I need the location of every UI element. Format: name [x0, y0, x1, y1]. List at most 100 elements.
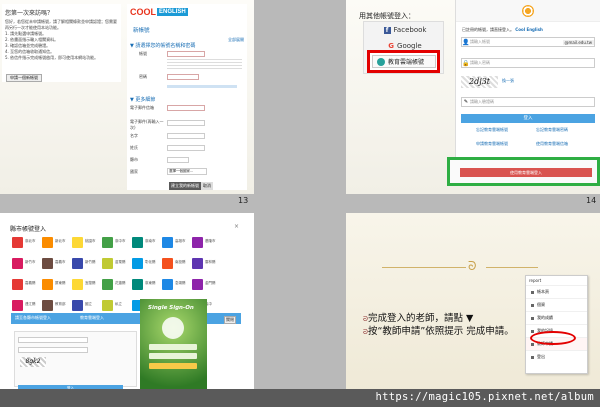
city-tile[interactable]: 新北市 [42, 237, 69, 256]
city-label: 嘉義市 [55, 260, 66, 264]
city-tile[interactable]: 臺東縣 [132, 279, 159, 298]
city-tile[interactable]: 彰化縣 [132, 258, 159, 277]
password-hint [167, 59, 242, 71]
section-details[interactable]: ▼ 更多細節 [130, 96, 155, 103]
city-tile[interactable]: 基隆市 [192, 237, 219, 256]
city-tile[interactable]: 臺南市 [132, 237, 159, 256]
city-emblem-icon [192, 279, 203, 290]
city-label: 縣市 [130, 157, 138, 162]
google-label: Google [397, 42, 422, 50]
domain-suffix: @mail.edu.tw [562, 39, 594, 45]
captcha-refresh-link[interactable]: 換一張 [502, 78, 514, 84]
city-emblem-icon [42, 258, 53, 269]
city-tile[interactable]: 南投縣 [162, 258, 189, 277]
apply-link[interactable]: 申請教育雲端帳號 [476, 141, 508, 147]
city-tile[interactable]: 嘉義市 [42, 258, 69, 277]
menu-item[interactable]: 個資 [526, 298, 587, 311]
menu-item-icon [531, 355, 534, 359]
login-hint-text: 已註冊的帳號，請直接登入。 [462, 27, 514, 32]
city-emblem-icon [72, 279, 83, 290]
sso-field[interactable] [149, 344, 197, 350]
close-button[interactable]: 關閉 [224, 316, 236, 324]
city-tile[interactable]: 屏東縣 [42, 279, 69, 298]
city-tile[interactable]: 嘉義縣 [12, 279, 39, 298]
city-tile[interactable]: 澎湖縣 [162, 279, 189, 298]
logo-cool: COOL [130, 7, 156, 17]
city-emblem-icon [72, 300, 83, 311]
other-login-title: 用其他帳號登入： [359, 12, 415, 20]
expand-all-link[interactable]: 全部展開 [228, 37, 244, 43]
country-select[interactable]: 選擇一個國家... [167, 168, 207, 175]
city-tile[interactable]: 新竹縣 [72, 258, 99, 277]
apply-email-link[interactable]: 使用教育雲端信箱 [536, 141, 568, 147]
city-tile[interactable]: 桃園市 [72, 237, 99, 256]
create-account-button[interactable]: 建立我的新帳號 [169, 182, 201, 190]
section-account[interactable]: ▼ 請選擇您的帳號名稱和密碼 [130, 42, 195, 49]
divider-line-right [486, 267, 538, 268]
page-number: 14 [586, 196, 597, 205]
email2-label: 電子郵件(再輸入一次) [130, 119, 164, 130]
city-tile[interactable]: 苗栗縣 [102, 258, 129, 277]
city-tile[interactable]: 高雄市 [162, 237, 189, 256]
city-input[interactable] [167, 157, 189, 163]
password-placeholder: 請輸入密碼 [470, 60, 490, 65]
menu-item-icon [531, 290, 534, 294]
new-account-button[interactable]: 申請一個新帳號 [6, 74, 42, 82]
city-emblem-icon [102, 300, 113, 311]
forgot-id-link[interactable]: 忘記教育雲端帳號 [476, 127, 508, 133]
city-tile[interactable]: 新竹市 [12, 258, 39, 277]
email2-input[interactable] [167, 120, 205, 126]
city-tile[interactable]: 臺中市 [102, 237, 129, 256]
edu-cloud-login-button[interactable]: 使用教育雲端登入 [460, 168, 592, 177]
city-tile[interactable]: 雲林縣 [192, 258, 219, 277]
city-tile[interactable]: 宜蘭縣 [72, 279, 99, 298]
edu-cloud-button[interactable]: 教育雲端帳號 [372, 55, 436, 68]
login-button[interactable]: 登入 [461, 114, 595, 123]
password-input[interactable] [167, 74, 199, 80]
menu-highlight-ring [530, 331, 576, 345]
edu-cloud-label: 教育雲端帳號 [388, 59, 425, 66]
city-label: 苗栗縣 [115, 260, 126, 264]
login-bar-right[interactable]: 教育雲端登入 [80, 315, 104, 321]
cancel-button[interactable]: 取消 [201, 182, 213, 190]
city-emblem-icon [12, 237, 23, 248]
city-label: 臺中市 [115, 239, 126, 243]
sso-button[interactable] [149, 363, 197, 369]
facebook-button[interactable]: f Facebook [376, 24, 434, 36]
city-label: 教育部 [55, 302, 66, 306]
forgot-pw-link[interactable]: 忘記教育雲端密碼 [536, 127, 568, 133]
captcha-image: 2dj3t [461, 76, 498, 88]
city-label: 宜蘭縣 [85, 281, 96, 285]
menu-item[interactable]: 登出 [526, 350, 587, 363]
google-icon: G [388, 42, 395, 50]
account-field[interactable]: 👤 請輸入帳號 @mail.edu.tw [461, 37, 595, 47]
email-input[interactable] [167, 105, 205, 111]
city-tile[interactable]: 金門縣 [192, 279, 219, 298]
menu-item-icon [531, 303, 534, 307]
login-header [456, 0, 600, 22]
city-tile[interactable]: 花蓮縣 [102, 279, 129, 298]
menu-item[interactable]: 帳本頁 [526, 285, 587, 298]
signup-panel: COOL ENGLISH 新帳號 全部展開 ▼ 請選擇您的帳號名稱和密碼 帳號 … [127, 4, 247, 190]
edu-cloud-icon [377, 57, 385, 66]
login-panel: 已註冊的帳號，請直接登入。 Cool English 👤 請輸入帳號 @mail… [455, 0, 600, 158]
intro-title: 您第一次來訪嗎？ [5, 10, 54, 17]
menu-item[interactable]: 我的成績 [526, 311, 587, 324]
slide-13: 您第一次來訪嗎？ 您好，若您從未申請帳號，請了解相關條款並申請認證；您需要再另行… [0, 0, 254, 194]
name-input[interactable] [167, 133, 205, 139]
divider-ornament-icon: ᘐ [468, 259, 477, 273]
login-bar-left[interactable]: 請至各縣市帳號登入 [15, 315, 51, 321]
surname-input[interactable] [167, 145, 205, 151]
password-field[interactable]: 🔒 請輸入密碼 [461, 58, 595, 68]
dialog-close-icon[interactable]: × [234, 223, 239, 230]
city-label: 基隆市 [205, 239, 216, 243]
captcha-field[interactable]: ✎ 請輸入驗證碼 [461, 97, 595, 107]
sso-field[interactable] [149, 353, 197, 359]
inner-field[interactable] [18, 347, 88, 353]
instruction-line-1: ᘐ完成登入的老師，請點 ▼ [363, 310, 473, 324]
show-password-option[interactable] [167, 85, 237, 88]
city-tile[interactable]: 臺北市 [12, 237, 39, 256]
inner-field[interactable] [18, 337, 88, 343]
account-input[interactable] [167, 51, 205, 57]
album-url[interactable]: https://magic105.pixnet.net/album [375, 391, 594, 403]
